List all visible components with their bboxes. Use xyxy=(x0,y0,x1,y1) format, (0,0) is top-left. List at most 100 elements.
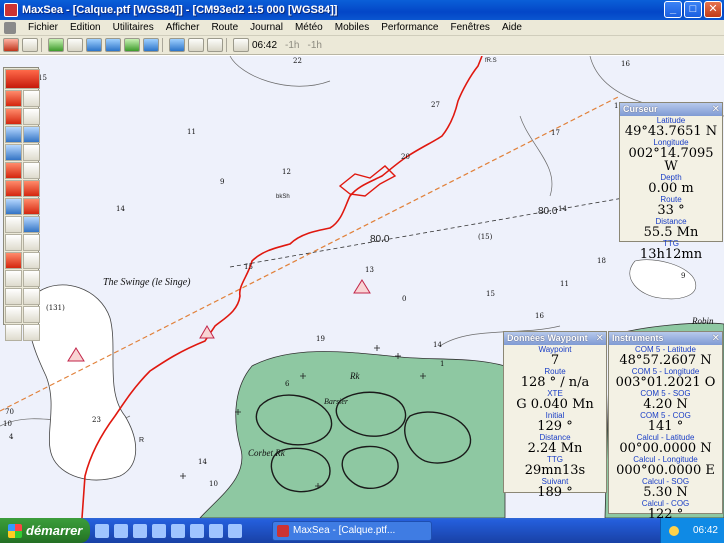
crosshair-icon[interactable] xyxy=(5,270,22,287)
toolbar-separator xyxy=(162,38,163,52)
pen-icon[interactable] xyxy=(5,90,22,107)
explorer-icon[interactable] xyxy=(133,523,147,538)
hatch-icon[interactable] xyxy=(23,306,40,323)
maxsea-app-icon[interactable] xyxy=(4,3,18,17)
window-icon[interactable] xyxy=(105,38,121,52)
field-value: 000°00.0000 E xyxy=(616,463,715,478)
hand-icon[interactable] xyxy=(23,144,40,161)
waypoint-panel[interactable]: Données Waypoint ✕ Waypoint 7 Route 128 ° … xyxy=(503,331,607,499)
instruments-panel[interactable]: Instruments ✕ COM 5 - Latitude 48°57.2607… xyxy=(608,331,723,521)
panel-field: Latitude 49°43.7651 N xyxy=(620,117,722,139)
menu-fichier[interactable]: Fichier xyxy=(22,22,64,33)
shapes-icon[interactable] xyxy=(5,324,22,341)
layers-icon[interactable] xyxy=(23,324,40,341)
menu-fenetres[interactable]: Fenêtres xyxy=(444,22,495,33)
minimize-button[interactable]: _ xyxy=(664,1,682,18)
media-icon[interactable] xyxy=(152,523,166,538)
panel-field: COM 5 - SOG 4.20 N xyxy=(609,390,722,412)
field-value: 003°01.2021 O xyxy=(615,375,716,390)
sounding: 15 xyxy=(486,290,495,298)
measure-icon[interactable] xyxy=(23,216,40,233)
sounding: 11 xyxy=(187,128,196,136)
anchor-icon[interactable] xyxy=(23,198,40,215)
eraser-icon[interactable] xyxy=(5,108,22,125)
close-icon[interactable]: ✕ xyxy=(712,103,720,116)
text-icon[interactable] xyxy=(5,288,22,305)
display-icon[interactable] xyxy=(143,38,159,52)
target-icon[interactable] xyxy=(23,180,40,197)
instruments-panel-title[interactable]: Instruments ✕ xyxy=(609,332,722,345)
paint-icon[interactable] xyxy=(23,252,40,269)
field-value: 141 ° xyxy=(647,419,684,434)
clock-icon[interactable] xyxy=(233,38,249,52)
field-value: 002°14.7095 W xyxy=(628,146,714,174)
menu-afficher[interactable]: Afficher xyxy=(160,22,206,33)
maximize-button[interactable]: □ xyxy=(684,1,702,18)
folder-icon[interactable] xyxy=(207,38,223,52)
layer-icon[interactable] xyxy=(67,38,83,52)
panel-field: Distance 2.24 Mn xyxy=(504,434,606,456)
zoom-area-icon[interactable] xyxy=(5,144,22,161)
layout-icon[interactable] xyxy=(188,38,204,52)
mark-icon[interactable] xyxy=(5,180,22,197)
app-icon[interactable] xyxy=(171,523,185,538)
document-icon[interactable] xyxy=(4,21,16,34)
browser-icon[interactable] xyxy=(114,523,128,538)
sounding: 11 xyxy=(560,280,569,288)
pencil-icon[interactable] xyxy=(3,38,19,52)
brush-icon[interactable] xyxy=(5,252,22,269)
seabed-label: fR.S xyxy=(485,58,497,64)
menu-aide[interactable]: Aide xyxy=(496,22,528,33)
menu-meteo[interactable]: Météo xyxy=(289,22,329,33)
cursor-panel[interactable]: Curseur ✕ Latitude 49°43.7651 N Longitude… xyxy=(619,102,723,261)
time-offset-back[interactable]: -1h xyxy=(285,40,299,51)
route-icon[interactable] xyxy=(5,162,22,179)
frame-icon[interactable] xyxy=(23,288,40,305)
waypoint-panel-title[interactable]: Données Waypoint ✕ xyxy=(504,332,606,345)
menu-route[interactable]: Route xyxy=(205,22,244,33)
zoom-in-icon[interactable] xyxy=(5,126,22,143)
cursor-panel-title[interactable]: Curseur ✕ xyxy=(620,103,722,116)
time-offset-forward[interactable]: -1h xyxy=(307,40,321,51)
pen-alt-icon[interactable] xyxy=(23,90,40,107)
table-icon[interactable] xyxy=(5,306,22,323)
square-icon[interactable] xyxy=(23,270,40,287)
close-icon[interactable]: ✕ xyxy=(712,332,720,345)
select-icon[interactable] xyxy=(23,108,40,125)
windows-logo-icon xyxy=(8,523,22,538)
contour-label: 80.0 xyxy=(538,206,558,217)
menu-journal[interactable]: Journal xyxy=(244,22,289,33)
panel-field: Calcul - Latitude 00°00.0000 N xyxy=(609,434,722,456)
close-icon[interactable]: ✕ xyxy=(596,332,604,345)
lifebuoy-icon[interactable] xyxy=(5,69,40,89)
app-icon[interactable] xyxy=(190,523,204,538)
panel-field: COM 5 - Latitude 48°57.2607 N xyxy=(609,346,722,368)
compass-icon[interactable] xyxy=(5,198,22,215)
close-button[interactable]: ✕ xyxy=(704,1,722,18)
wind-icon[interactable] xyxy=(5,234,22,251)
sounding: 10 xyxy=(3,420,12,428)
chart-icon[interactable] xyxy=(48,38,64,52)
sounding: 10 xyxy=(209,480,218,488)
grid-icon[interactable] xyxy=(124,38,140,52)
menu-utilitaires[interactable]: Utilitaires xyxy=(107,22,160,33)
app-icon[interactable] xyxy=(209,523,223,538)
menu-edition[interactable]: Edition xyxy=(64,22,107,33)
field-value: 4.20 N xyxy=(643,397,688,412)
menu-performance[interactable]: Performance xyxy=(375,22,444,33)
cursor-icon[interactable] xyxy=(22,38,38,52)
database-icon[interactable] xyxy=(169,38,185,52)
move-icon[interactable] xyxy=(5,216,22,233)
start-button[interactable]: démarrer xyxy=(0,518,90,543)
panel-field: Route 33 ° xyxy=(620,196,722,218)
app-icon[interactable] xyxy=(228,523,242,538)
wrench-icon[interactable] xyxy=(23,234,40,251)
menu-mobiles[interactable]: Mobiles xyxy=(329,22,375,33)
taskbar-window-button[interactable]: MaxSea - [Calque.ptf... xyxy=(272,520,432,541)
zoom-out-icon[interactable] xyxy=(23,126,40,143)
desktop-icon[interactable] xyxy=(95,523,109,538)
tool-palette xyxy=(3,67,40,341)
tray-icon[interactable] xyxy=(668,525,679,536)
monitor-icon[interactable] xyxy=(86,38,102,52)
route-edit-icon[interactable] xyxy=(23,162,40,179)
